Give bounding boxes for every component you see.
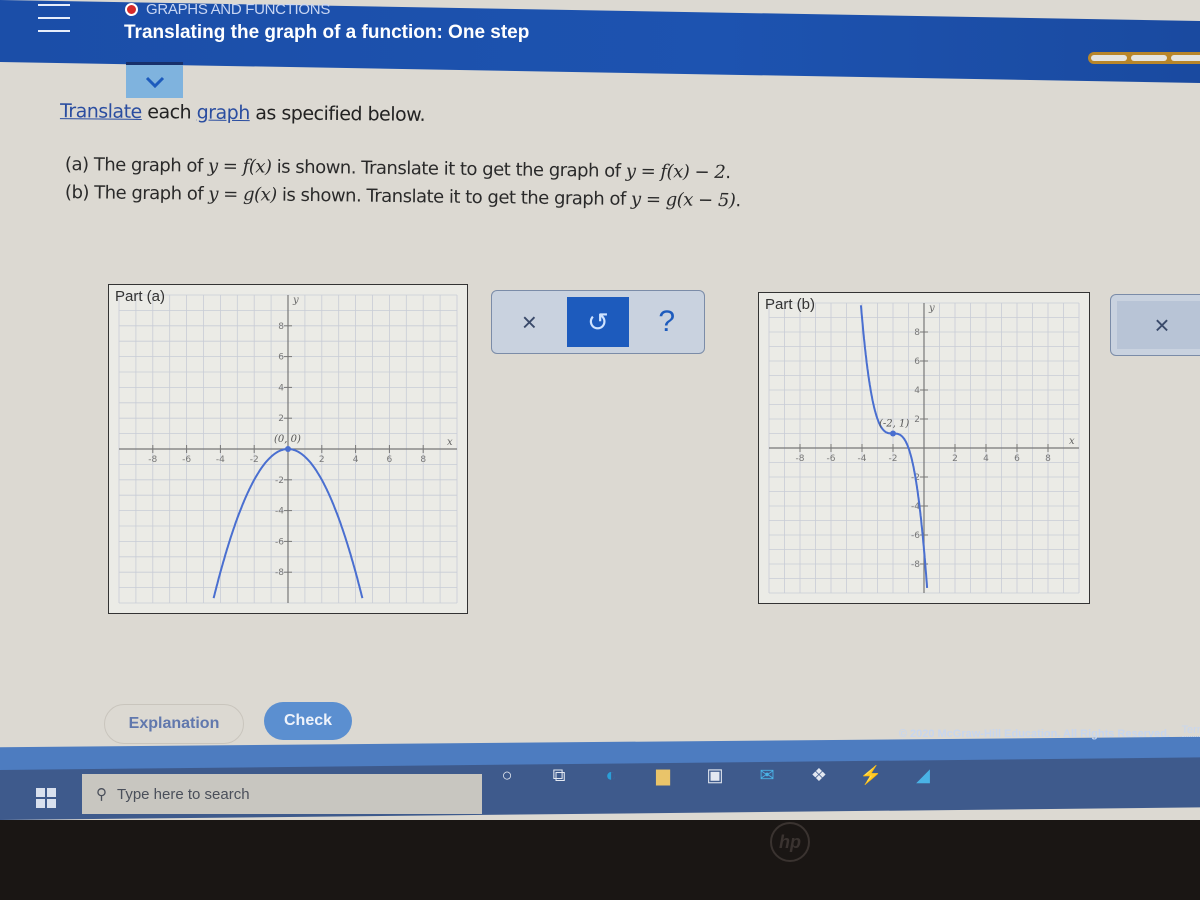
point-label: (-2, 1) — [879, 419, 909, 430]
x-tick-label: -4 — [858, 454, 867, 464]
x-tick-label: 8 — [1045, 454, 1051, 464]
question-b: (b) The graph of y = g(x) is shown. Tran… — [65, 182, 741, 211]
topic: GRAPHS AND FUNCTIONS — [125, 1, 330, 18]
task-view-icon[interactable]: ⧉ — [542, 760, 576, 790]
x-tick-label: 2 — [319, 455, 325, 465]
x-tick-label: 6 — [387, 455, 393, 465]
windows-start-icon[interactable] — [26, 780, 66, 816]
y-tick-label: -8 — [911, 560, 920, 570]
y-tick-label: 6 — [914, 357, 920, 367]
x-tick-label: -4 — [216, 455, 225, 465]
menu-icon[interactable] — [38, 4, 70, 32]
taskbar-icons: ○ ⧉ ◐ ▆ ▣ ✉ ❖ ⚡ ◢ — [490, 760, 940, 790]
undo-icon: ↺ — [587, 306, 609, 337]
store-icon[interactable]: ▣ — [698, 760, 732, 790]
translate-link[interactable]: Translate — [60, 100, 142, 123]
y-tick-label: 4 — [278, 383, 284, 393]
instr-text: each — [141, 100, 197, 124]
key-point — [285, 446, 291, 452]
graph-a-title: Part (a) — [115, 288, 166, 305]
y-tick-label: -6 — [911, 531, 920, 541]
point-label: (0, 0) — [274, 434, 301, 445]
clear-button-b[interactable]: × — [1117, 301, 1200, 349]
help-icon: ? — [658, 305, 676, 338]
graph-b-toolbar: × — [1110, 294, 1200, 356]
x-tick-label: -2 — [889, 454, 898, 464]
function-curve — [859, 305, 929, 588]
screen: GRAPHS AND FUNCTIONS Translating the gra… — [0, 0, 1200, 820]
graph-part-b[interactable]: Part (b) x y -8 -6 -4 -2 2 4 6 8 -8 -6 -4 -2 2 4 6 8 (-2, … — [758, 292, 1090, 604]
question-a: (a) The graph of y = f(x) is shown. Tran… — [65, 154, 731, 183]
x-tick-label: 4 — [353, 455, 359, 465]
copyright: © 2020 McGraw-Hill Education. All Rights… — [898, 728, 1170, 740]
file-explorer-icon[interactable]: ▆ — [646, 760, 680, 790]
question-area: Translate each graph as specified below.… — [0, 62, 1200, 744]
x-axis-label: x — [447, 437, 453, 448]
help-button[interactable]: ? — [635, 297, 698, 347]
edge-icon[interactable]: ◐ — [594, 760, 628, 790]
key-point — [890, 430, 896, 437]
y-tick-label: 8 — [278, 322, 284, 332]
y-axis-label: y — [928, 303, 935, 314]
hp-logo: hp — [770, 822, 810, 862]
terms-link[interactable]: Term — [1181, 724, 1200, 737]
graph-b-canvas[interactable]: xy-8 -6 -4 -2 2 4 6 8-8-6-4-22468(-2, 1) — [759, 293, 1089, 603]
x-tick-label: -8 — [796, 454, 805, 464]
dropbox-icon[interactable]: ❖ — [802, 760, 836, 790]
graph-a-canvas[interactable]: x y -8 -6 -4 -2 2 4 6 8 -8 -6 -4 -2 2 4 6 8 (0, 0) — [109, 285, 467, 613]
app2-icon[interactable]: ◢ — [906, 760, 940, 790]
qa-fn2: y = f(x) − 2 — [625, 160, 726, 184]
y-tick-label: -2 — [275, 476, 284, 486]
app-icon[interactable]: ⚡ — [854, 760, 888, 790]
y-tick-label: 8 — [914, 328, 920, 338]
y-axis-label: y — [292, 295, 299, 306]
clear-button[interactable]: × — [498, 297, 561, 347]
qb-fn1: y = g(x) — [208, 183, 277, 206]
graph-b-title: Part (b) — [765, 296, 816, 313]
y-tick-label: -6 — [275, 537, 284, 547]
x-tick-label: -8 — [148, 455, 157, 465]
y-tick-label: 4 — [914, 386, 920, 396]
instr-tail: as specified below. — [249, 102, 426, 126]
x-tick-label: -6 — [182, 455, 191, 465]
y-tick-label: -4 — [275, 507, 284, 517]
qa-suffix: . — [725, 162, 731, 184]
undo-button[interactable]: ↺ — [566, 297, 630, 347]
topic-status-dot — [125, 3, 138, 16]
x-tick-label: 6 — [1014, 454, 1020, 464]
qb-suffix: . — [735, 190, 741, 212]
qb-fn2: y = g(x − 5) — [630, 188, 736, 212]
qa-prefix: (a) The graph of — [64, 154, 209, 177]
page-title: Translating the graph of a function: One… — [124, 22, 530, 43]
instructions: Translate each graph as specified below. — [60, 100, 425, 126]
x-tick-label: -2 — [250, 455, 259, 465]
taskbar-search-input[interactable]: ⚲ Type here to search — [82, 774, 482, 814]
x-tick-label: 8 — [420, 455, 426, 465]
y-tick-label: 2 — [278, 414, 284, 424]
cortana-icon[interactable]: ○ — [490, 760, 524, 790]
y-tick-label: 2 — [914, 415, 920, 425]
close-icon: × — [521, 306, 537, 337]
topic-label: GRAPHS AND FUNCTIONS — [146, 1, 331, 18]
explanation-button[interactable]: Explanation — [104, 704, 244, 744]
qa-middle: is shown. Translate it to get the graph … — [271, 156, 626, 182]
search-placeholder: Type here to search — [117, 785, 250, 803]
y-tick-label: 6 — [278, 353, 284, 363]
qb-prefix: (b) The graph of — [64, 182, 209, 205]
x-tick-label: -6 — [827, 454, 836, 464]
graph-toolbar: × ↺ ? — [491, 290, 705, 354]
graph-part-a[interactable]: Part (a) x y -8 -6 -4 -2 2 4 6 8 -8 -6 -4 -2 2 4 6 8 (0, 0… — [108, 284, 468, 614]
search-icon: ⚲ — [96, 786, 107, 803]
qb-middle: is shown. Translate it to get the graph … — [276, 184, 632, 210]
x-tick-label: 2 — [952, 454, 958, 464]
check-button[interactable]: Check — [264, 702, 352, 740]
graph-link[interactable]: graph — [197, 102, 250, 125]
x-axis-label: x — [1069, 436, 1075, 447]
mail-icon[interactable]: ✉ — [750, 760, 784, 790]
qa-fn1: y = f(x) — [207, 155, 272, 178]
close-icon: × — [1154, 309, 1170, 340]
x-tick-label: 4 — [983, 454, 989, 464]
y-tick-label: -8 — [275, 568, 284, 578]
